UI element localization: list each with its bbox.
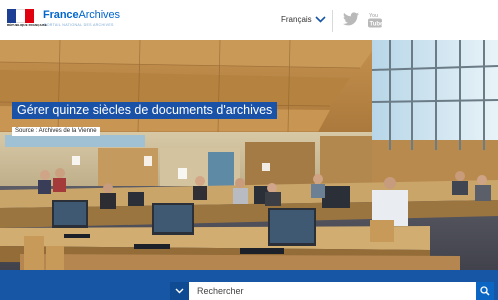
language-label: Français <box>281 15 312 24</box>
french-flag-icon <box>7 9 34 23</box>
brand-tagline: PORTAIL NATIONAL DES ARCHIVES <box>44 23 114 27</box>
search-form <box>170 282 494 300</box>
site-header: RÉPUBLIQUE FRANÇAISE FranceArchives PORT… <box>0 0 498 40</box>
hero-title[interactable]: Gérer quinze siècles de documents d'arch… <box>12 102 278 119</box>
hero-caption: Gérer quinze siècles de documents d'arch… <box>12 101 278 137</box>
search-input[interactable] <box>189 282 476 300</box>
search-options-toggle[interactable] <box>170 282 189 300</box>
search-bar <box>0 270 498 300</box>
search-icon <box>480 286 490 296</box>
republic-label: RÉPUBLIQUE FRANÇAISE <box>7 23 48 27</box>
youtube-icon[interactable]: You Tube <box>368 12 382 28</box>
svg-text:Tube: Tube <box>370 22 383 28</box>
twitter-icon[interactable] <box>343 12 359 26</box>
svg-text:You: You <box>369 13 378 19</box>
brand-name: FranceArchives <box>43 9 120 21</box>
site-logo[interactable]: RÉPUBLIQUE FRANÇAISE FranceArchives PORT… <box>7 8 125 32</box>
chevron-down-icon <box>315 16 326 23</box>
hero-banner[interactable]: Gérer quinze siècles de documents d'arch… <box>0 40 498 276</box>
search-button[interactable] <box>476 282 494 300</box>
marianne-logo: RÉPUBLIQUE FRANÇAISE <box>7 8 48 32</box>
chevron-down-icon <box>175 288 184 294</box>
language-selector[interactable]: Français <box>281 15 326 24</box>
page: RÉPUBLIQUE FRANÇAISE FranceArchives PORT… <box>0 0 498 300</box>
header-divider <box>332 10 333 32</box>
reading-room-photo <box>0 40 498 276</box>
hero-source: Source : Archives de la Vienne <box>12 127 100 136</box>
